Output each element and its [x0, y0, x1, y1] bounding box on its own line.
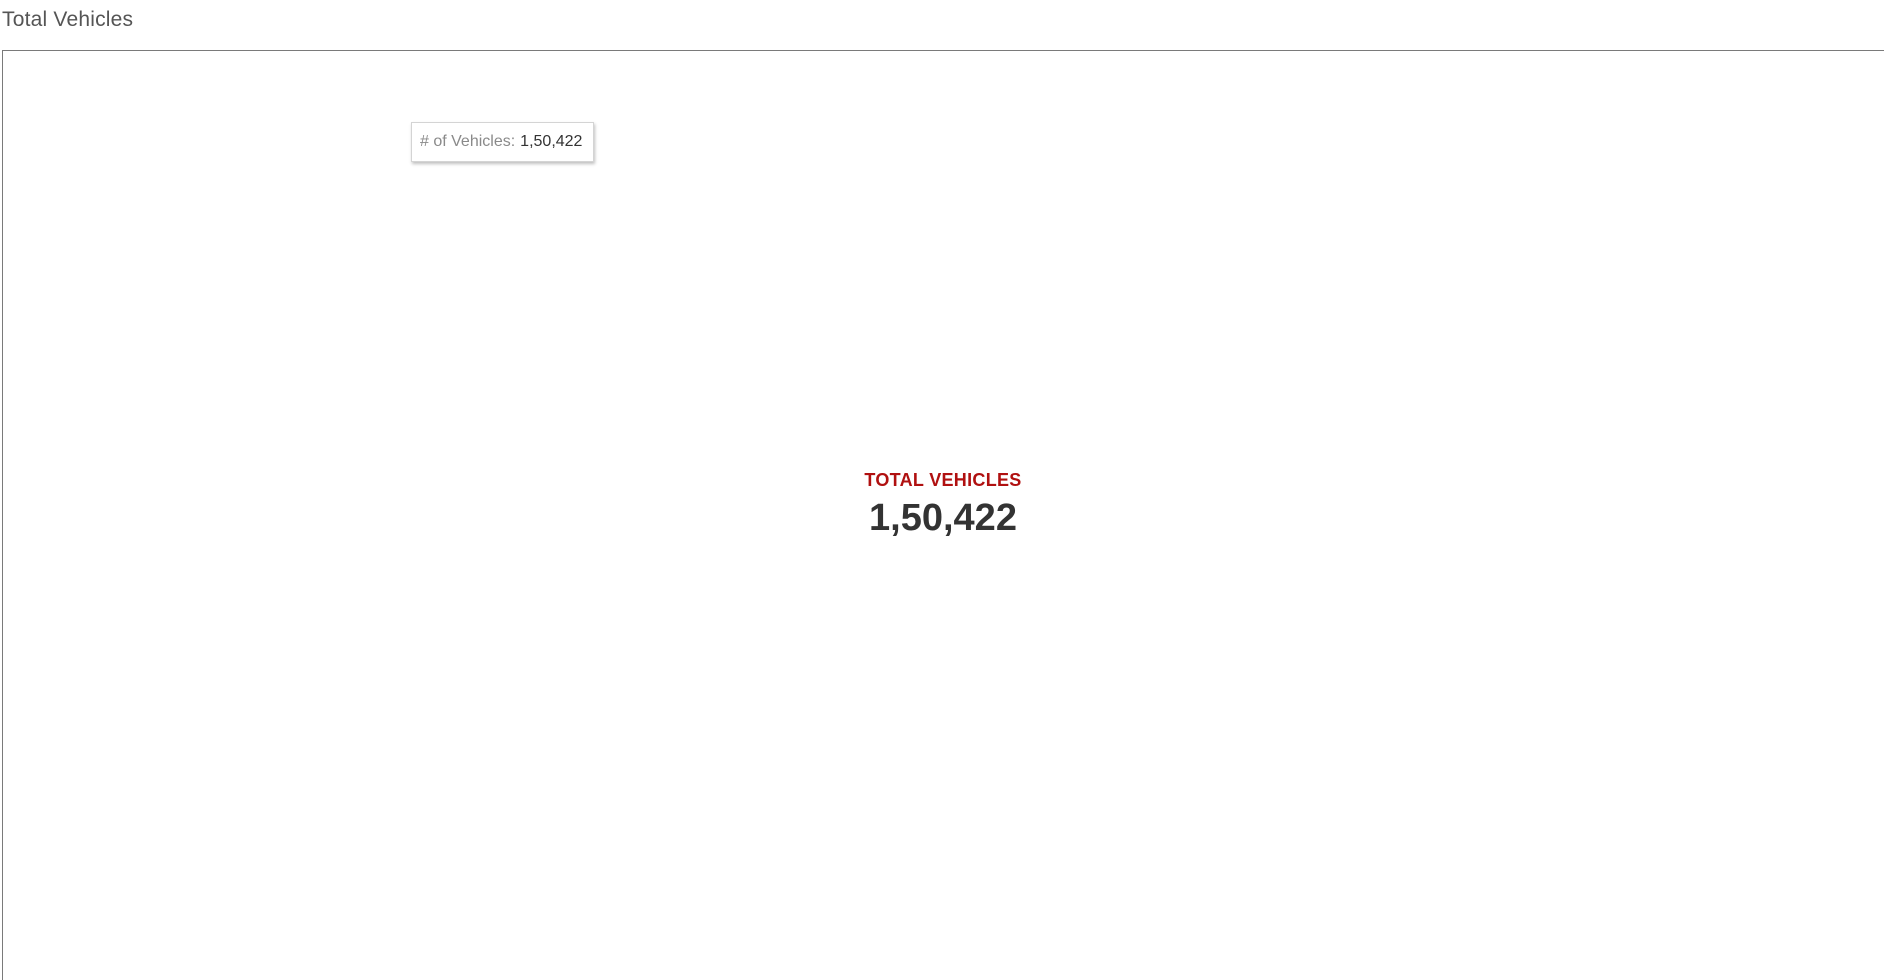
kpi-value: 1,50,422: [869, 497, 1017, 539]
vehicle-count-tooltip: # of Vehicles: 1,50,422: [411, 122, 595, 162]
sheet-title: Total Vehicles: [2, 8, 134, 31]
tooltip-value: 1,50,422: [520, 133, 583, 150]
tooltip-label: # of Vehicles:: [420, 133, 516, 150]
kpi-label: TOTAL VEHICLES: [864, 470, 1022, 490]
total-vehicles-kpi[interactable]: TOTAL VEHICLES 1,50,422: [843, 470, 1043, 540]
